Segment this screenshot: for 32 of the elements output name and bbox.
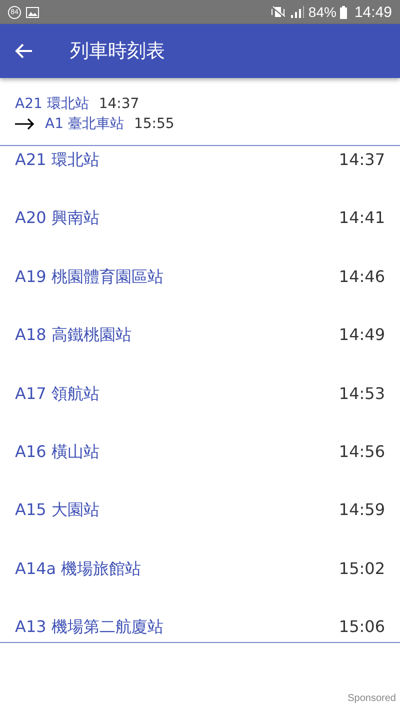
station-name: A18 高鐵桃園站 bbox=[15, 325, 132, 346]
arrival-time: 14:53 bbox=[338, 384, 385, 405]
departure-time: 14:37 bbox=[98, 96, 140, 112]
signal-icon bbox=[290, 6, 304, 18]
back-button[interactable] bbox=[14, 41, 34, 61]
arrival-time: 15:55 bbox=[134, 116, 174, 132]
station-name: A21 環北站 bbox=[15, 150, 100, 171]
battery-percentage: 84% bbox=[308, 4, 336, 20]
arrival-time: 14:37 bbox=[338, 150, 385, 171]
station-name: A16 橫山站 bbox=[15, 442, 100, 463]
battery-icon bbox=[340, 6, 348, 18]
vibrate-mute-icon bbox=[270, 6, 286, 18]
station-name: A14a 機場旅館站 bbox=[15, 558, 142, 580]
station-name: A13 機場第二航廈站 bbox=[15, 617, 164, 638]
station-name: A20 興南站 bbox=[15, 208, 100, 230]
sponsored-label: Sponsored bbox=[348, 693, 396, 704]
arrow-icon bbox=[15, 118, 35, 130]
station-name: A15 大園站 bbox=[15, 500, 100, 522]
station-name: A19 桃園體育園區站 bbox=[15, 266, 164, 288]
arrival-time: 14:59 bbox=[338, 500, 385, 522]
destination-station: A1 臺北車站 bbox=[45, 115, 124, 133]
arrival-time: 14:56 bbox=[338, 442, 385, 463]
arrival-time: 15:02 bbox=[338, 558, 385, 580]
arrival-time: 14:46 bbox=[338, 266, 385, 288]
arrival-time: 14:41 bbox=[338, 208, 385, 230]
image-icon bbox=[26, 6, 39, 18]
arrival-time: 14:49 bbox=[338, 325, 385, 346]
screen-title: 列車時刻表 bbox=[70, 39, 165, 64]
station-name: A17 領航站 bbox=[15, 384, 100, 405]
origin-station: A21 環北站 bbox=[15, 95, 89, 113]
clock: 14:49 bbox=[354, 4, 392, 20]
arrival-time: 15:06 bbox=[338, 617, 385, 638]
